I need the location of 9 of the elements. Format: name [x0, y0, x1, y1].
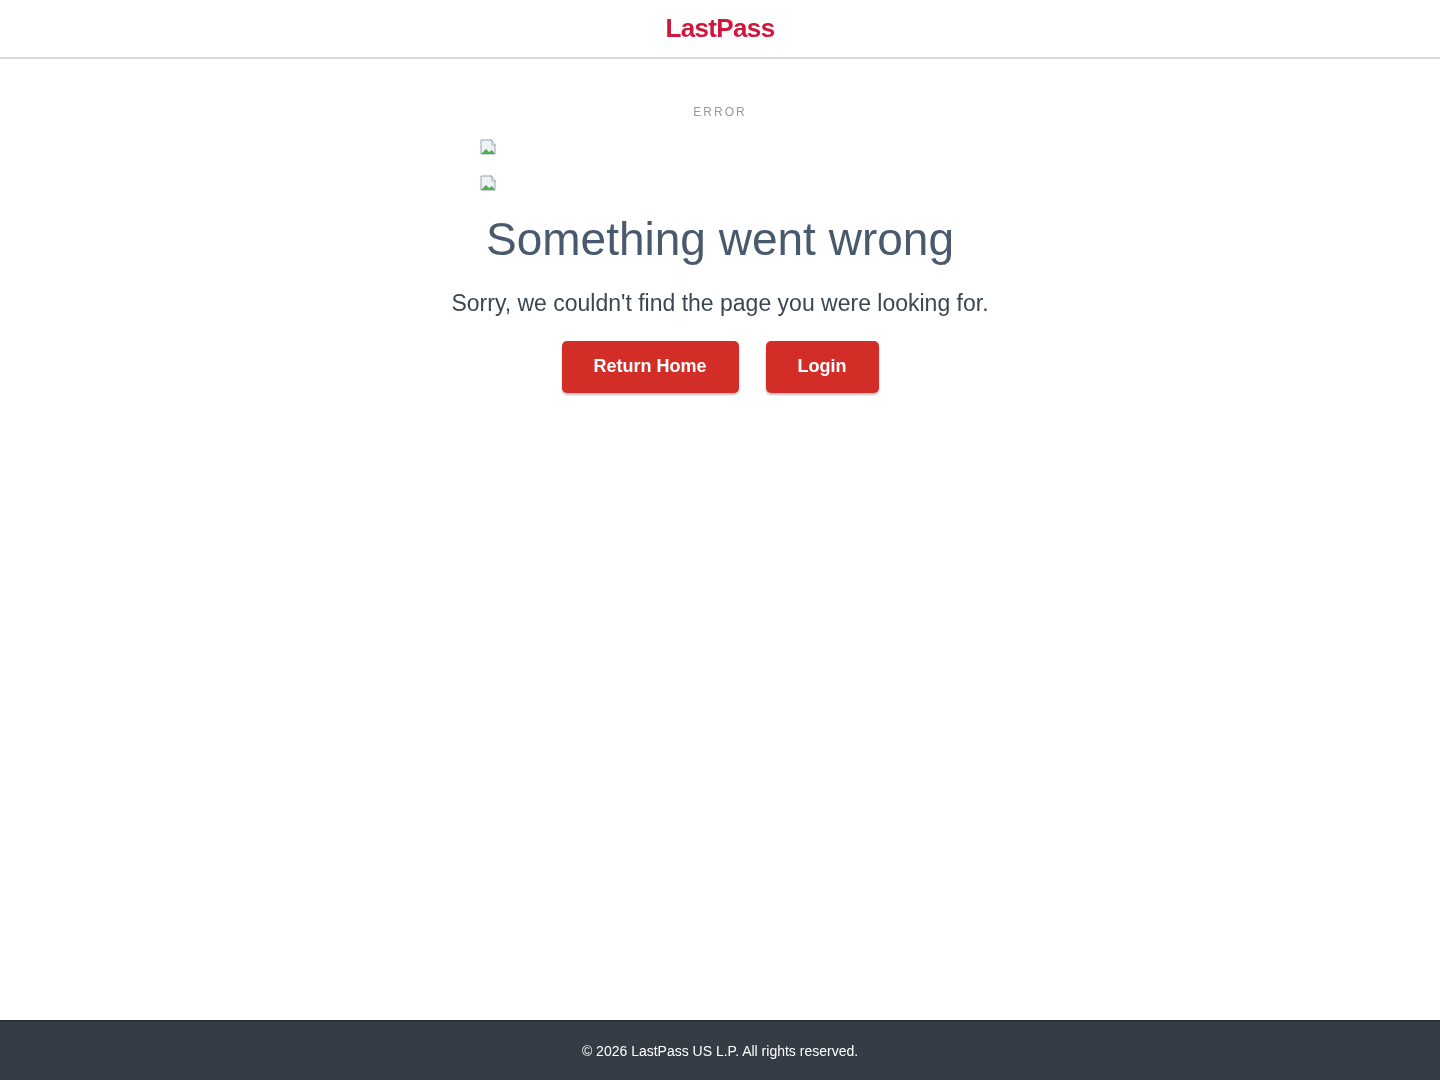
eyebrow-label: ERROR: [693, 104, 747, 121]
broken-image-icon: [480, 175, 496, 191]
action-button[interactable]: Return Home: [561, 340, 739, 393]
copyright-text: © 2026 LastPass US L.P. All rights reserved.: [581, 1041, 859, 1061]
logo: LastPass: [665, 12, 775, 45]
error-message: Sorry, we couldn't find the page you were looking for.: [451, 289, 989, 318]
action-button[interactable]: Login: [765, 340, 879, 393]
broken-image-icon: [480, 139, 496, 155]
page-title: Something went wrong: [486, 212, 954, 267]
